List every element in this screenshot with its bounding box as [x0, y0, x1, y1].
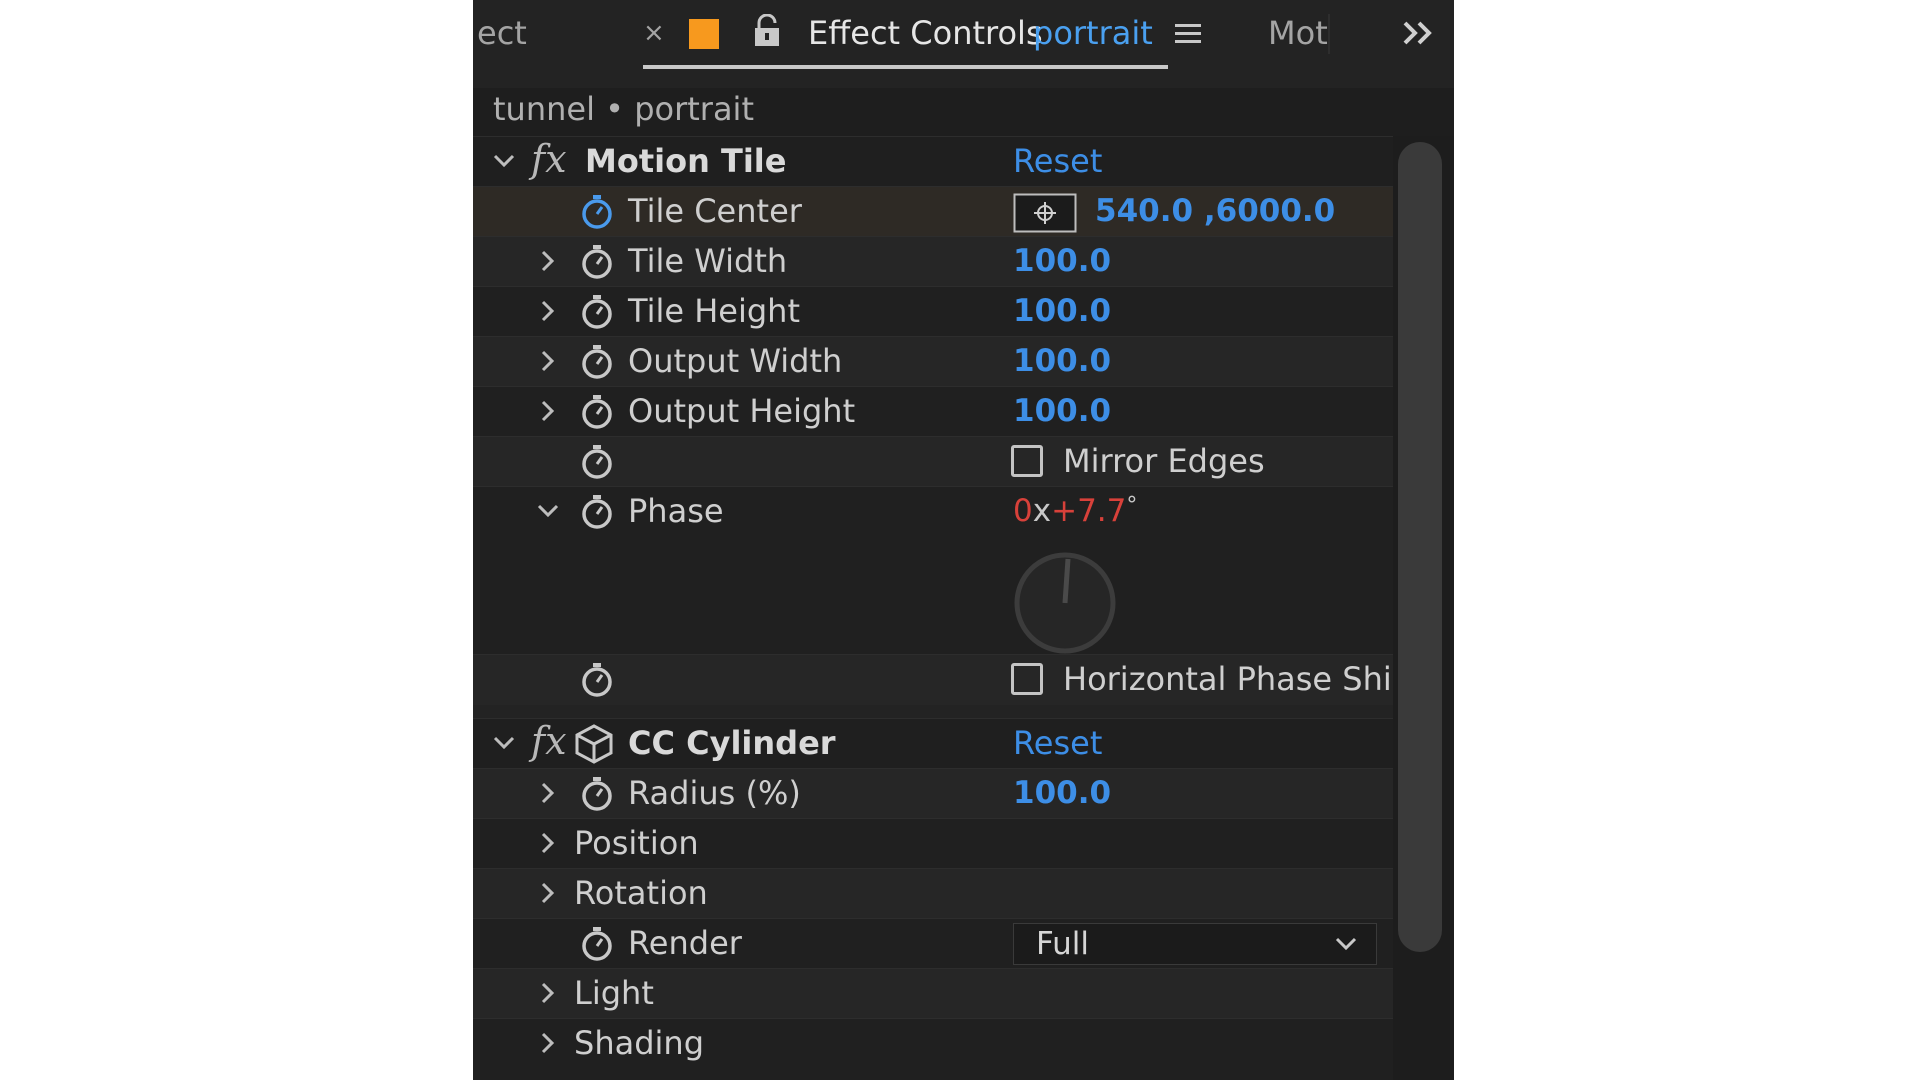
chevron-down-icon[interactable]	[535, 498, 561, 524]
chevron-right-icon[interactable]	[535, 348, 561, 374]
property-label: Output Width	[628, 342, 843, 380]
property-row-phase[interactable]: Phase 0x+7.7°	[473, 486, 1393, 655]
property-label: Rotation	[574, 874, 708, 912]
phase-value[interactable]: 0x+7.7°	[1013, 493, 1137, 529]
property-label: Tile Height	[628, 292, 800, 330]
property-label: Light	[574, 974, 654, 1012]
stopwatch-icon[interactable]	[579, 494, 615, 530]
tab-comp-name[interactable]: portrait	[1033, 14, 1153, 52]
property-label: Tile Width	[628, 242, 788, 280]
stopwatch-icon[interactable]	[579, 394, 615, 430]
cube-icon	[575, 724, 613, 764]
property-row-tile-width[interactable]: Tile Width 100.0	[473, 236, 1393, 287]
property-value[interactable]: 100.0	[1013, 243, 1111, 279]
chevron-right-icon[interactable]	[535, 830, 561, 856]
property-label: Tile Center	[628, 192, 802, 230]
property-row-mirror-edges[interactable]: Mirror Edges	[473, 436, 1393, 487]
reset-button[interactable]: Reset	[1013, 142, 1102, 180]
color-label-icon	[689, 19, 719, 49]
property-row-tile-center[interactable]: Tile Center 540.0 ,6000.0	[473, 186, 1393, 237]
render-dropdown[interactable]: Full	[1013, 923, 1377, 965]
horizontal-phase-shift-checkbox[interactable]	[1011, 663, 1043, 695]
chevron-right-icon[interactable]	[535, 1030, 561, 1056]
effect-header-motion-tile[interactable]: fx Motion Tile Reset	[473, 136, 1393, 187]
stopwatch-icon[interactable]	[579, 776, 615, 812]
property-row-output-height[interactable]: Output Height 100.0	[473, 386, 1393, 437]
scrollbar-thumb[interactable]	[1398, 142, 1442, 952]
property-group-position[interactable]: Position	[473, 818, 1393, 869]
chevron-right-icon[interactable]	[535, 780, 561, 806]
stopwatch-icon[interactable]	[579, 244, 615, 280]
effect-name: CC Cylinder	[628, 724, 836, 762]
chevron-right-icon[interactable]	[535, 398, 561, 424]
property-label: Render	[628, 924, 742, 962]
property-value[interactable]: 100.0	[1013, 775, 1111, 811]
lock-icon[interactable]	[753, 14, 781, 48]
property-value[interactable]: 100.0	[1013, 293, 1111, 329]
property-row-horizontal-phase-shift[interactable]: Horizontal Phase Shi	[473, 654, 1393, 705]
property-label: Radius (%)	[628, 774, 801, 812]
fx-icon[interactable]: fx	[531, 137, 567, 181]
checkbox-label: Mirror Edges	[1063, 442, 1265, 480]
stopwatch-icon[interactable]	[579, 662, 615, 698]
breadcrumb-text: tunnel • portrait	[493, 90, 754, 128]
reset-button[interactable]: Reset	[1013, 724, 1102, 762]
overflow-chevrons-icon[interactable]	[1401, 20, 1435, 46]
effect-name: Motion Tile	[585, 142, 787, 180]
stopwatch-icon[interactable]	[579, 194, 615, 230]
panel-menu-icon[interactable]	[1175, 22, 1201, 46]
property-group-light[interactable]: Light	[473, 968, 1393, 1019]
crosshair-icon[interactable]	[1013, 193, 1077, 233]
effect-controls-panel: ect × Effect Controls portrait Mot tunne…	[473, 0, 1454, 1080]
tab-motion-fragment[interactable]: Mot	[1268, 14, 1328, 52]
chevron-right-icon[interactable]	[535, 880, 561, 906]
close-icon[interactable]: ×	[643, 18, 665, 48]
chevron-right-icon[interactable]	[535, 298, 561, 324]
dropdown-chevron-icon	[1335, 937, 1357, 951]
dropdown-value: Full	[1036, 926, 1090, 962]
stopwatch-icon[interactable]	[579, 344, 615, 380]
chevron-down-icon[interactable]	[491, 148, 517, 174]
chevron-right-icon[interactable]	[535, 980, 561, 1006]
phase-degrees[interactable]: +7.7	[1051, 493, 1126, 529]
property-row-output-width[interactable]: Output Width 100.0	[473, 336, 1393, 387]
phase-revolutions[interactable]: 0	[1013, 493, 1033, 529]
chevron-down-icon[interactable]	[491, 730, 517, 756]
stopwatch-icon[interactable]	[579, 444, 615, 480]
phase-x: x	[1032, 493, 1052, 529]
tab-effect-controls-title[interactable]: Effect Controls	[808, 14, 1043, 52]
property-value[interactable]: 100.0	[1013, 343, 1111, 379]
effect-header-cc-cylinder[interactable]: fx CC Cylinder Reset	[473, 718, 1393, 769]
property-value[interactable]: 540.0 ,6000.0	[1095, 193, 1335, 229]
property-row-radius[interactable]: Radius (%) 100.0	[473, 768, 1393, 819]
property-row-render[interactable]: Render Full	[473, 918, 1393, 969]
angle-dial-icon[interactable]	[1011, 549, 1119, 657]
property-label: Output Height	[628, 392, 856, 430]
stopwatch-icon[interactable]	[579, 926, 615, 962]
breadcrumb: tunnel • portrait	[473, 88, 1454, 136]
property-group-rotation[interactable]: Rotation	[473, 868, 1393, 919]
property-label: Shading	[574, 1024, 704, 1062]
chevron-right-icon[interactable]	[535, 248, 561, 274]
fx-icon[interactable]: fx	[531, 719, 567, 763]
tab-bar: ect × Effect Controls portrait Mot	[473, 0, 1454, 72]
property-row-tile-height[interactable]: Tile Height 100.0	[473, 286, 1393, 337]
tab-divider	[1328, 14, 1330, 54]
property-label: Phase	[628, 492, 724, 530]
checkbox-label: Horizontal Phase Shi	[1063, 660, 1392, 698]
property-group-shading[interactable]: Shading	[473, 1018, 1393, 1080]
tab-project-fragment[interactable]: ect	[477, 14, 527, 52]
property-label: Position	[574, 824, 699, 862]
phase-unit: °	[1126, 493, 1138, 518]
mirror-edges-checkbox[interactable]	[1011, 445, 1043, 477]
property-value[interactable]: 100.0	[1013, 393, 1111, 429]
active-tab-underline	[643, 65, 1168, 69]
stopwatch-icon[interactable]	[579, 294, 615, 330]
